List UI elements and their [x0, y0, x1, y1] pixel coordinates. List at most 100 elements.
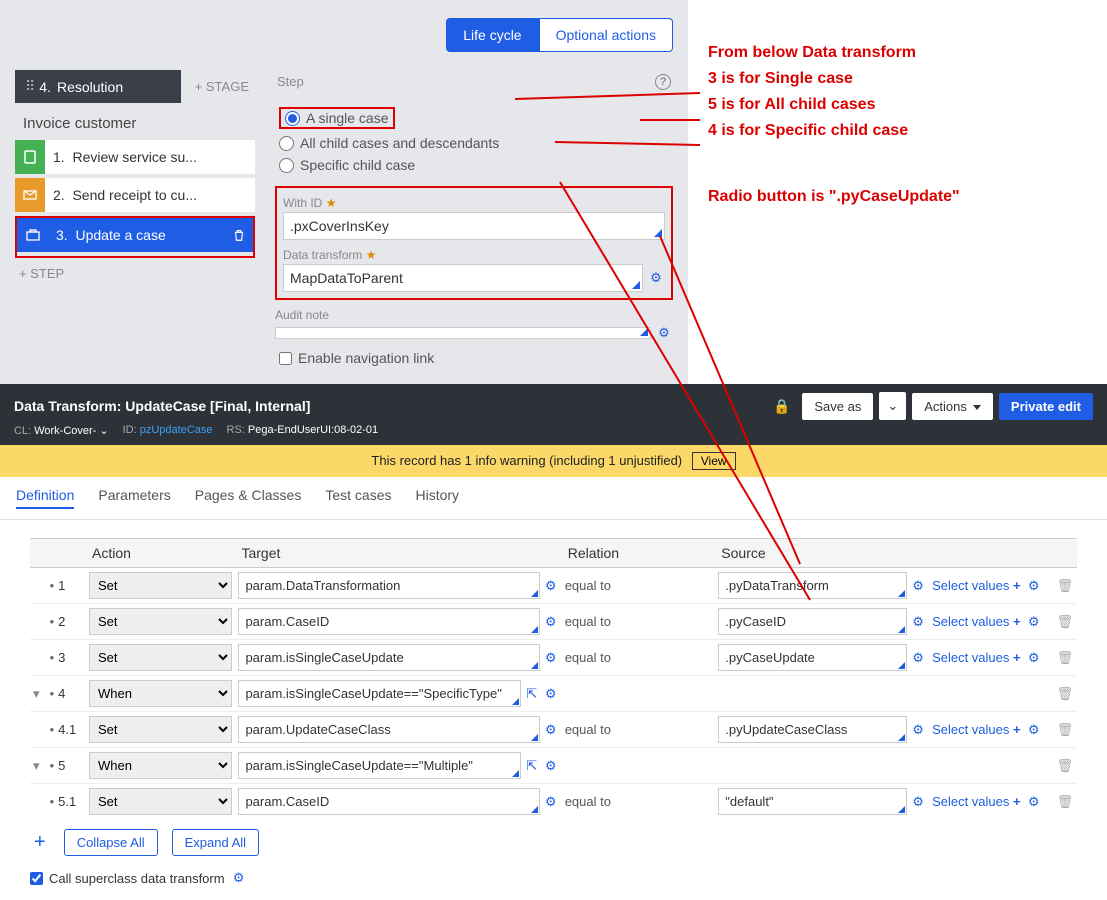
radio-input-single[interactable]: [285, 111, 300, 126]
tab-pages-classes[interactable]: Pages & Classes: [195, 487, 302, 509]
target-input[interactable]: param.isSingleCaseUpdate=="Multiple": [238, 752, 520, 779]
expand-toggle: [30, 712, 47, 748]
source-input[interactable]: .pyCaseUpdate: [718, 644, 907, 671]
gear-icon[interactable]: ⚙: [910, 722, 926, 738]
gear-icon[interactable]: ⚙: [231, 870, 247, 886]
with-id-input[interactable]: .pxCoverInsKey: [283, 212, 665, 240]
target-input[interactable]: param.UpdateCaseClass: [238, 716, 539, 743]
save-as-button[interactable]: Save as: [802, 393, 873, 420]
source-input[interactable]: .pyUpdateCaseClass: [718, 716, 907, 743]
delete-row-button[interactable]: 🗑: [1057, 614, 1074, 629]
enable-nav-checkbox-row[interactable]: Enable navigation link: [275, 342, 673, 374]
action-select[interactable]: Set: [89, 716, 232, 743]
action-select[interactable]: When: [89, 752, 232, 779]
gear-icon[interactable]: ⚙: [910, 614, 926, 630]
view-warnings-button[interactable]: View: [692, 452, 736, 470]
select-values-link[interactable]: Select values +: [932, 722, 1021, 737]
delete-row-button[interactable]: 🗑: [1057, 650, 1074, 665]
step-row-3[interactable]: 3. Update a case: [17, 218, 253, 252]
gear-icon[interactable]: ⚙: [543, 758, 559, 774]
source-input[interactable]: .pyCaseID: [718, 608, 907, 635]
gear-icon[interactable]: ⚙: [543, 614, 559, 630]
expand-all-button[interactable]: Expand All: [172, 829, 259, 856]
add-step-button[interactable]: + STEP: [15, 258, 255, 289]
tab-test-cases[interactable]: Test cases: [325, 487, 391, 509]
action-select[interactable]: Set: [89, 788, 232, 815]
action-select[interactable]: Set: [89, 572, 232, 599]
select-values-link[interactable]: Select values +: [932, 614, 1021, 629]
gear-icon[interactable]: ⚙: [910, 794, 926, 810]
expand-toggle[interactable]: ▾: [30, 676, 47, 712]
radio-single-case[interactable]: A single case: [279, 104, 669, 132]
private-edit-button[interactable]: Private edit: [999, 393, 1093, 420]
row-number: •5: [47, 748, 86, 784]
actions-button[interactable]: Actions: [912, 393, 993, 420]
collapse-all-button[interactable]: Collapse All: [64, 829, 158, 856]
open-icon[interactable]: ⇱: [524, 686, 540, 702]
gear-icon[interactable]: ⚙: [543, 578, 559, 594]
gear-icon[interactable]: ⚙: [910, 578, 926, 594]
row-number: •4.1: [47, 712, 86, 748]
delete-step-button[interactable]: [226, 219, 252, 251]
relation-text: equal to: [562, 712, 716, 748]
gear-icon[interactable]: ⚙: [1028, 794, 1040, 809]
radio-input-specific[interactable]: [279, 158, 294, 173]
cl-value[interactable]: Work-Cover-: [34, 425, 96, 437]
step-row-1[interactable]: 1. Review service su...: [15, 140, 255, 174]
tab-history[interactable]: History: [415, 487, 459, 509]
target-input[interactable]: param.CaseID: [238, 608, 539, 635]
gear-icon[interactable]: ⚙: [1028, 650, 1040, 665]
superclass-row[interactable]: Call superclass data transform ⚙: [30, 866, 1077, 890]
help-icon[interactable]: ?: [655, 74, 671, 90]
audit-note-input[interactable]: [275, 327, 651, 339]
case-designer-tabs: Life cycle Optional actions: [15, 10, 673, 70]
gear-icon[interactable]: ⚙: [543, 650, 559, 666]
tab-optional-actions[interactable]: Optional actions: [539, 18, 673, 52]
data-transform-input[interactable]: MapDataToParent: [283, 264, 643, 292]
target-input[interactable]: param.DataTransformation: [238, 572, 539, 599]
select-values-link[interactable]: Select values +: [932, 578, 1021, 593]
gear-icon[interactable]: ⚙: [543, 722, 559, 738]
tab-life-cycle[interactable]: Life cycle: [446, 18, 538, 52]
superclass-checkbox[interactable]: [30, 872, 43, 885]
action-select[interactable]: Set: [89, 644, 232, 671]
source-input[interactable]: .pyDataTransform: [718, 572, 907, 599]
step-row-2[interactable]: 2. Send receipt to cu...: [15, 178, 255, 212]
gear-icon[interactable]: ⚙: [543, 686, 559, 702]
delete-row-button[interactable]: 🗑: [1057, 758, 1074, 773]
radio-label: All child cases and descendants: [300, 135, 499, 151]
gear-icon[interactable]: ⚙: [1028, 722, 1040, 737]
gear-icon[interactable]: ⚙: [655, 324, 673, 342]
enable-nav-checkbox[interactable]: [279, 352, 292, 365]
target-input[interactable]: param.isSingleCaseUpdate: [238, 644, 539, 671]
radio-input-all[interactable]: [279, 136, 294, 151]
radio-all-children[interactable]: All child cases and descendants: [279, 132, 669, 154]
expand-toggle[interactable]: ▾: [30, 748, 47, 784]
select-values-link[interactable]: Select values +: [932, 794, 1021, 809]
select-values-link[interactable]: Select values +: [932, 650, 1021, 665]
gear-icon[interactable]: ⚙: [1028, 614, 1040, 629]
gear-icon[interactable]: ⚙: [543, 794, 559, 810]
gear-icon[interactable]: ⚙: [1028, 578, 1040, 593]
open-icon[interactable]: ⇱: [524, 758, 540, 774]
delete-row-button[interactable]: 🗑: [1057, 686, 1074, 701]
gear-icon[interactable]: ⚙: [647, 269, 665, 287]
delete-row-button[interactable]: 🗑: [1057, 794, 1074, 809]
source-input[interactable]: "default": [718, 788, 907, 815]
add-row-button[interactable]: +: [30, 831, 50, 854]
stage-name: Resolution: [57, 79, 123, 95]
action-select[interactable]: Set: [89, 608, 232, 635]
target-input[interactable]: param.CaseID: [238, 788, 539, 815]
delete-row-button[interactable]: 🗑: [1057, 722, 1074, 737]
radio-specific-child[interactable]: Specific child case: [279, 154, 669, 176]
tab-parameters[interactable]: Parameters: [98, 487, 170, 509]
delete-row-button[interactable]: 🗑: [1057, 578, 1074, 593]
stage-header[interactable]: ⠿ 4. Resolution: [15, 70, 181, 103]
add-stage-button[interactable]: + STAGE: [189, 71, 255, 102]
superclass-label: Call superclass data transform: [49, 871, 225, 886]
gear-icon[interactable]: ⚙: [910, 650, 926, 666]
tab-definition[interactable]: Definition: [16, 487, 74, 509]
action-select[interactable]: When: [89, 680, 232, 707]
target-input[interactable]: param.isSingleCaseUpdate=="SpecificType": [238, 680, 520, 707]
save-as-dropdown[interactable]: ⌄: [879, 392, 906, 420]
